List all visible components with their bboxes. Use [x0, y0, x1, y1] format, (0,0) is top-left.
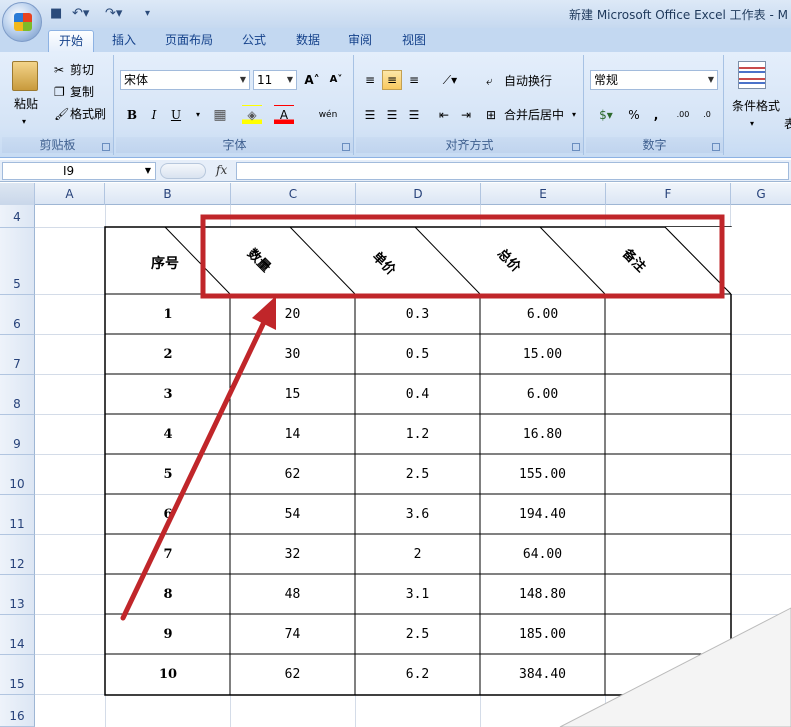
annotation-overlay: [120, 214, 725, 621]
arrow-shaft: [120, 317, 268, 621]
highlight-box: [200, 214, 725, 299]
office-logo-icon: [14, 13, 32, 31]
office-button[interactable]: [2, 2, 42, 42]
